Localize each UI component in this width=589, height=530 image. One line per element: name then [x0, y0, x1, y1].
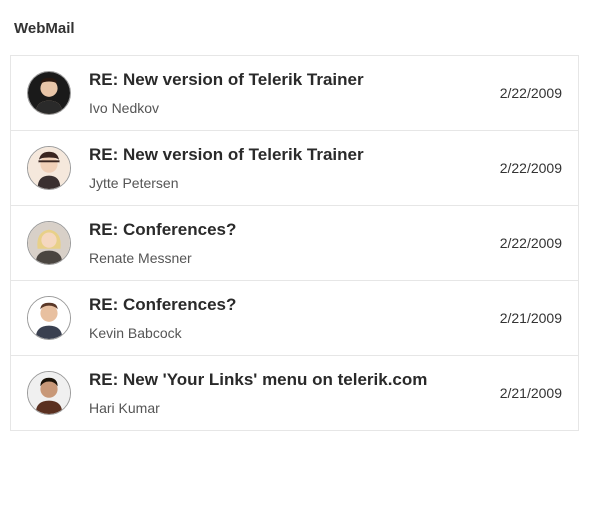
mail-date: 2/21/2009 [500, 310, 562, 326]
mail-item[interactable]: RE: Conferences? Renate Messner 2/22/200… [11, 206, 578, 281]
mail-date: 2/21/2009 [500, 385, 562, 401]
mail-sender: Ivo Nedkov [89, 100, 488, 116]
mail-date: 2/22/2009 [500, 160, 562, 176]
avatar-icon [28, 72, 70, 114]
avatar-icon [28, 372, 70, 414]
mail-subject: RE: Conferences? [89, 295, 488, 315]
mail-sender: Renate Messner [89, 250, 488, 266]
mail-list: RE: New version of Telerik Trainer Ivo N… [10, 55, 579, 431]
mail-subject: RE: New 'Your Links' menu on telerik.com [89, 370, 488, 390]
mail-content: RE: New 'Your Links' menu on telerik.com… [89, 370, 488, 416]
mail-content: RE: New version of Telerik Trainer Jytte… [89, 145, 488, 191]
avatar [27, 71, 71, 115]
mail-sender: Kevin Babcock [89, 325, 488, 341]
avatar [27, 296, 71, 340]
mail-item[interactable]: RE: New 'Your Links' menu on telerik.com… [11, 356, 578, 431]
avatar-icon [28, 147, 70, 189]
mail-subject: RE: Conferences? [89, 220, 488, 240]
avatar [27, 371, 71, 415]
mail-sender: Jytte Petersen [89, 175, 488, 191]
mail-item[interactable]: RE: New version of Telerik Trainer Ivo N… [11, 56, 578, 131]
avatar [27, 221, 71, 265]
avatar-icon [28, 222, 70, 264]
mail-subject: RE: New version of Telerik Trainer [89, 70, 488, 90]
mail-subject: RE: New version of Telerik Trainer [89, 145, 488, 165]
avatar [27, 146, 71, 190]
mail-content: RE: Conferences? Renate Messner [89, 220, 488, 266]
mail-item[interactable]: RE: New version of Telerik Trainer Jytte… [11, 131, 578, 206]
mail-date: 2/22/2009 [500, 235, 562, 251]
mail-content: RE: Conferences? Kevin Babcock [89, 295, 488, 341]
mail-content: RE: New version of Telerik Trainer Ivo N… [89, 70, 488, 116]
mail-item[interactable]: RE: Conferences? Kevin Babcock 2/21/2009 [11, 281, 578, 356]
page-title: WebMail [10, 20, 579, 37]
mail-sender: Hari Kumar [89, 400, 488, 416]
mail-date: 2/22/2009 [500, 85, 562, 101]
avatar-icon [28, 297, 70, 339]
